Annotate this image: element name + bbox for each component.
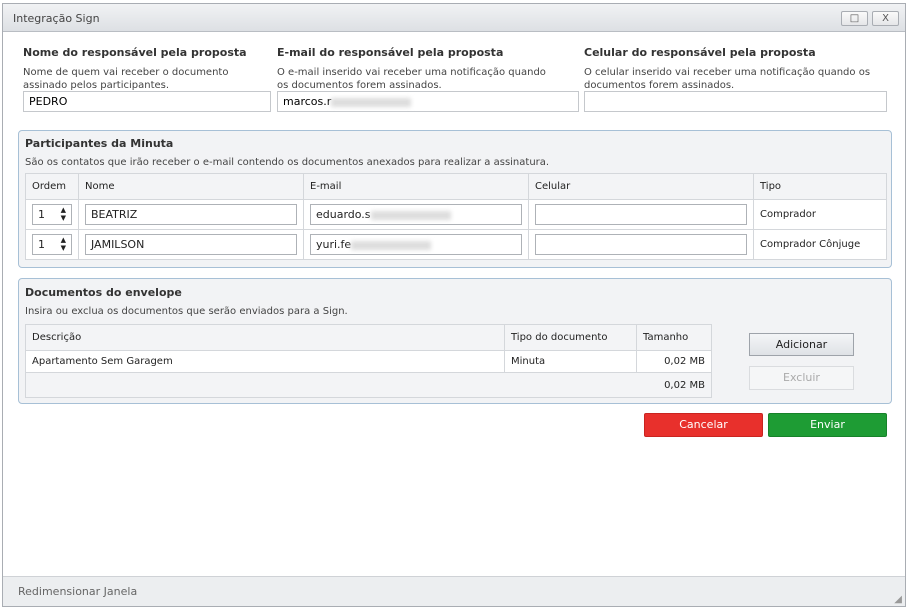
footer-bar: Redimensionar Janela ◢	[3, 576, 905, 606]
documentos-panel: Documentos do envelope Insira ou exclua …	[18, 278, 892, 404]
email-value: eduardo.s	[316, 208, 371, 221]
table-row: 1 ▲ ▼ JAMILSON yuri.fe Comprador Cônjuge	[25, 229, 887, 260]
col-nome: Nome	[78, 173, 304, 200]
participantes-table: Ordem Nome E-mail Celular Tipo 1 ▲ ▼ BEATR…	[25, 173, 887, 260]
documentos-title: Documentos do envelope	[25, 286, 182, 299]
title-bar: Integração Sign □ X	[3, 4, 905, 32]
participantes-panel: Participantes da Minuta São os contatos …	[18, 130, 892, 268]
resize-window-label[interactable]: Redimensionar Janela	[18, 585, 137, 598]
resize-grip-icon[interactable]: ◢	[894, 594, 902, 605]
table-header: Ordem Nome E-mail Celular Tipo	[25, 173, 887, 200]
maximize-icon: □	[849, 13, 860, 24]
col-ordem: Ordem	[25, 173, 79, 200]
email-value: marcos.r	[283, 95, 332, 108]
nome-label: Nome do responsável pela proposta	[23, 46, 247, 59]
col-tipo: Tipo	[753, 173, 887, 200]
window-title: Integração Sign	[13, 12, 100, 25]
email-field[interactable]: yuri.fe	[310, 234, 522, 255]
spinner-arrows-icon[interactable]: ▲ ▼	[61, 206, 66, 222]
celular-label: Celular do responsável pela proposta	[584, 46, 816, 59]
delete-button[interactable]: Excluir	[749, 366, 854, 390]
nome-field[interactable]: BEATRIZ	[85, 204, 297, 225]
email-value: yuri.fe	[316, 238, 352, 251]
close-icon: X	[882, 13, 889, 24]
col-tipo: Tipo do documento	[504, 324, 637, 351]
redacted-blur	[370, 210, 451, 220]
col-email: E-mail	[303, 173, 529, 200]
add-button[interactable]: Adicionar	[749, 333, 854, 356]
ordem-stepper[interactable]: 1 ▲ ▼	[32, 204, 72, 225]
tipo-cell: Comprador Cônjuge	[753, 229, 887, 260]
dialog-window: Integração Sign □ X Nome do responsável …	[2, 3, 906, 607]
email-field[interactable]: eduardo.s	[310, 204, 522, 225]
nome-field[interactable]: JAMILSON	[85, 234, 297, 255]
tamanho-cell: 0,02 MB	[636, 350, 712, 373]
celular-field[interactable]	[535, 234, 747, 255]
documentos-table: Descrição Tipo do documento Tamanho Apar…	[25, 324, 712, 398]
celular-field[interactable]	[535, 204, 747, 225]
table-header: Descrição Tipo do documento Tamanho	[25, 324, 712, 351]
celular-hint: O celular inserido vai receber uma notif…	[584, 67, 871, 91]
nome-value: PEDRO	[29, 95, 68, 108]
email-label: E-mail do responsável pela proposta	[277, 46, 504, 59]
spinner-arrows-icon[interactable]: ▲ ▼	[61, 236, 66, 252]
nome-hint: Nome de quem vai receber o documento ass…	[23, 67, 229, 91]
celular-input[interactable]	[584, 91, 887, 112]
send-button[interactable]: Enviar	[768, 413, 887, 437]
descricao-cell: Apartamento Sem Garagem	[25, 350, 505, 373]
nome-value: JAMILSON	[91, 238, 145, 251]
redacted-blur	[351, 240, 432, 250]
tipo-cell: Comprador	[753, 199, 887, 230]
documentos-hint: Insira ou exclua os documentos que serão…	[25, 306, 348, 317]
email-hint: O e-mail inserido vai receber uma notifi…	[277, 67, 546, 91]
participantes-hint: São os contatos que irão receber o e-mai…	[25, 157, 550, 168]
nome-value: BEATRIZ	[91, 208, 138, 221]
col-tamanho: Tamanho	[636, 324, 712, 351]
total-row: 0,02 MB	[25, 372, 712, 398]
nome-input[interactable]: PEDRO	[23, 91, 271, 112]
cancel-button[interactable]: Cancelar	[644, 413, 763, 437]
col-celular: Celular	[528, 173, 754, 200]
email-input[interactable]: marcos.r	[277, 91, 579, 112]
total-size: 0,02 MB	[25, 372, 712, 398]
ordem-value: 1	[38, 238, 45, 251]
col-descricao: Descrição	[25, 324, 505, 351]
ordem-stepper[interactable]: 1 ▲ ▼	[32, 234, 72, 255]
redacted-blur	[331, 97, 412, 107]
table-row: 1 ▲ ▼ BEATRIZ eduardo.s Comprador	[25, 199, 887, 230]
ordem-value: 1	[38, 208, 45, 221]
tipo-cell: Minuta	[504, 350, 637, 373]
close-button[interactable]: X	[872, 11, 899, 26]
table-row[interactable]: Apartamento Sem Garagem Minuta 0,02 MB	[25, 350, 712, 373]
participantes-title: Participantes da Minuta	[25, 137, 174, 150]
maximize-button[interactable]: □	[841, 11, 868, 26]
